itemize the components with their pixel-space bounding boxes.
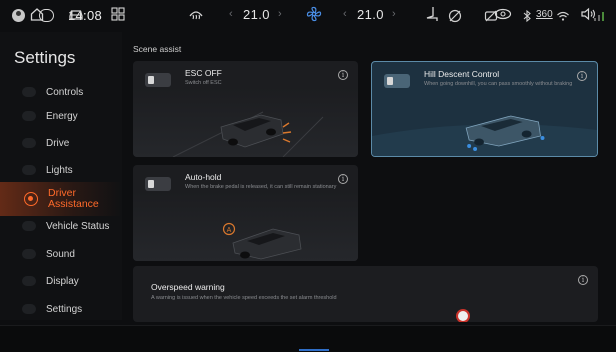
- fan-active-indicator: [299, 349, 329, 351]
- sidebar-item-label: Settings: [46, 303, 83, 315]
- section-title: Scene assist: [133, 44, 182, 54]
- vehicle-status-icon: [22, 221, 36, 231]
- apps-icon[interactable]: [111, 6, 125, 22]
- card-overspeed-warning[interactable]: Overspeed warning A warning is issued wh…: [133, 266, 598, 322]
- info-icon[interactable]: i: [338, 70, 348, 80]
- sidebar-item-settings[interactable]: Settings: [22, 295, 122, 323]
- card-esc-off[interactable]: ESC OFF Switch off ESC i: [133, 61, 358, 157]
- view-360-icon[interactable]: 360: [536, 6, 553, 22]
- left-temp-decrease-button[interactable]: ‹: [229, 6, 233, 22]
- driver-assistance-icon: [24, 192, 38, 206]
- card-auto-hold[interactable]: Auto-hold When the brake pedal is releas…: [133, 165, 358, 261]
- sidebar: Settings Controls Energy Drive Lights Dr…: [0, 32, 122, 320]
- right-temperature: 21.0: [357, 6, 384, 22]
- display-icon: [22, 276, 36, 286]
- sidebar-item-sound[interactable]: Sound: [22, 240, 122, 268]
- auto-hold-car-illustration: A: [133, 191, 358, 261]
- profile-icon[interactable]: [12, 9, 25, 22]
- home-icon[interactable]: [30, 6, 44, 22]
- sidebar-item-label: Display: [46, 275, 79, 287]
- drive-icon: [22, 138, 36, 148]
- sidebar-item-label: Vehicle Status: [46, 220, 110, 232]
- card-subtitle: Switch off ESC: [185, 80, 222, 86]
- left-temperature: 21.0: [243, 6, 270, 22]
- sidebar-title: Settings: [14, 48, 76, 67]
- sidebar-item-label: Energy: [46, 110, 78, 122]
- info-icon[interactable]: i: [577, 71, 587, 81]
- svg-text:A: A: [227, 227, 232, 234]
- card-title: Auto-hold: [185, 172, 222, 182]
- right-temp-increase-button[interactable]: ›: [392, 6, 396, 22]
- lights-icon: [22, 165, 36, 175]
- sidebar-item-label: Drive: [46, 137, 70, 149]
- wifi-icon: [557, 11, 569, 21]
- seatbelt-off-icon: [448, 9, 462, 23]
- card-subtitle: A warning is issued when the vehicle spe…: [151, 295, 337, 301]
- sidebar-item-label: Driver Assistance: [48, 188, 99, 210]
- camera-icon[interactable]: [494, 6, 512, 22]
- settings-icon: [22, 304, 36, 314]
- fan-icon[interactable]: [306, 6, 322, 22]
- speed-limit-sign-icon: [456, 309, 470, 322]
- sidebar-item-energy[interactable]: Energy: [22, 102, 122, 130]
- card-hill-descent-control[interactable]: Hill Descent Control When going downhill…: [371, 61, 598, 157]
- sidebar-item-display[interactable]: Display: [22, 267, 122, 295]
- right-temp-decrease-button[interactable]: ‹: [343, 6, 347, 22]
- sidebar-item-label: Lights: [46, 164, 73, 176]
- sidebar-item-lights[interactable]: Lights: [22, 156, 122, 184]
- auto-hold-toggle[interactable]: [145, 177, 171, 191]
- sidebar-item-vehicle-status[interactable]: Vehicle Status: [22, 212, 122, 240]
- sidebar-item-label: Sound: [46, 248, 75, 260]
- car-icon[interactable]: [68, 6, 84, 22]
- esc-car-illustration: [133, 87, 358, 157]
- seat-icon[interactable]: [425, 6, 439, 22]
- sidebar-item-label: Controls: [46, 86, 84, 98]
- card-title: Overspeed warning: [151, 282, 225, 292]
- hill-descent-car-illustration: [372, 115, 597, 156]
- energy-icon: [22, 111, 36, 121]
- defrost-icon[interactable]: [188, 6, 204, 22]
- sidebar-item-drive[interactable]: Drive: [22, 129, 122, 157]
- settings-screen: 14:08 Settings Controls Energy Drive Lig…: [0, 0, 616, 352]
- card-title: ESC OFF: [185, 68, 222, 78]
- left-temp-increase-button[interactable]: ›: [278, 6, 282, 22]
- bottom-bar: [0, 325, 616, 352]
- card-subtitle: When the brake pedal is released, it can…: [185, 184, 337, 190]
- esc-off-toggle[interactable]: [145, 73, 171, 87]
- volume-icon[interactable]: [580, 6, 596, 22]
- bluetooth-icon: [523, 9, 531, 23]
- sound-icon: [22, 249, 36, 259]
- info-icon[interactable]: i: [578, 275, 588, 285]
- sidebar-item-label-line-2: Assistance: [48, 198, 99, 210]
- info-icon[interactable]: i: [338, 174, 348, 184]
- controls-icon: [22, 87, 36, 97]
- sidebar-item-driver-assistance[interactable]: Driver Assistance: [0, 182, 122, 216]
- card-title: Hill Descent Control: [424, 69, 500, 79]
- status-left: 14:08: [12, 8, 102, 23]
